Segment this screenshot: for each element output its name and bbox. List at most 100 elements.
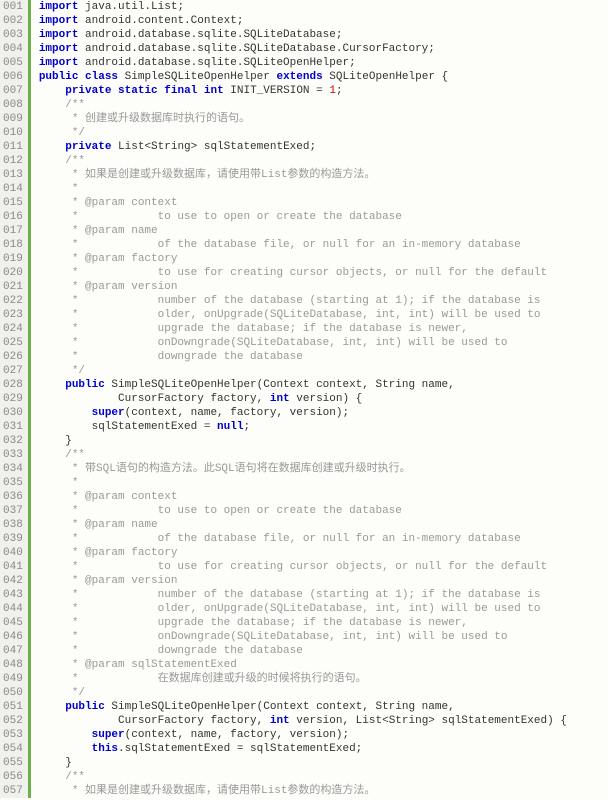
line-number: 022 <box>3 294 23 308</box>
line-number: 044 <box>3 602 23 616</box>
line-number: 052 <box>3 714 23 728</box>
line-number: 010 <box>3 126 23 140</box>
line-number: 008 <box>3 98 23 112</box>
line-number: 033 <box>3 448 23 462</box>
code-line: * older, onUpgrade(SQLiteDatabase, int, … <box>39 602 608 616</box>
line-number: 048 <box>3 658 23 672</box>
code-line: * @param version <box>39 280 608 294</box>
line-number: 013 <box>3 168 23 182</box>
line-number: 011 <box>3 140 23 154</box>
code-line: * 如果是创建或升级数据库，请使用带List参数的构造方法。 <box>39 168 608 182</box>
line-number: 039 <box>3 532 23 546</box>
code-line: /** <box>39 98 608 112</box>
code-line: * onDowngrade(SQLiteDatabase, int, int) … <box>39 630 608 644</box>
line-number: 015 <box>3 196 23 210</box>
line-number: 041 <box>3 560 23 574</box>
code-line: * to use to open or create the database <box>39 210 608 224</box>
line-number: 027 <box>3 364 23 378</box>
line-number: 025 <box>3 336 23 350</box>
code-viewer: 0010020030040050060070080090100110120130… <box>0 0 608 798</box>
code-line: super(context, name, factory, version); <box>39 406 608 420</box>
code-line: * to use for creating cursor objects, or… <box>39 560 608 574</box>
line-number: 040 <box>3 546 23 560</box>
line-number: 056 <box>3 770 23 784</box>
code-line: * <box>39 182 608 196</box>
code-line: * number of the database (starting at 1)… <box>39 294 608 308</box>
code-line: * onDowngrade(SQLiteDatabase, int, int) … <box>39 336 608 350</box>
line-number: 047 <box>3 644 23 658</box>
code-line: private List<String> sqlStatementExed; <box>39 140 608 154</box>
code-line: super(context, name, factory, version); <box>39 728 608 742</box>
line-number: 054 <box>3 742 23 756</box>
code-line: * downgrade the database <box>39 644 608 658</box>
code-line: * @param context <box>39 196 608 210</box>
code-line: private static final int INIT_VERSION = … <box>39 84 608 98</box>
code-line: sqlStatementExed = null; <box>39 420 608 434</box>
code-line: * 在数据库创建或升级的时候将执行的语句。 <box>39 672 608 686</box>
line-number: 051 <box>3 700 23 714</box>
line-number: 046 <box>3 630 23 644</box>
line-number: 031 <box>3 420 23 434</box>
code-line: * 创建或升级数据库时执行的语句。 <box>39 112 608 126</box>
line-number: 021 <box>3 280 23 294</box>
code-line: * of the database file, or null for an i… <box>39 238 608 252</box>
line-number: 003 <box>3 28 23 42</box>
line-number: 005 <box>3 56 23 70</box>
code-line: /** <box>39 448 608 462</box>
line-number: 023 <box>3 308 23 322</box>
line-number: 026 <box>3 350 23 364</box>
code-line: } <box>39 756 608 770</box>
line-number: 014 <box>3 182 23 196</box>
line-number: 028 <box>3 378 23 392</box>
line-number: 007 <box>3 84 23 98</box>
line-number: 035 <box>3 476 23 490</box>
code-line: } <box>39 434 608 448</box>
code-line: public SimpleSQLiteOpenHelper(Context co… <box>39 700 608 714</box>
code-line: * 带SQL语句的构造方法。此SQL语句将在数据库创建或升级时执行。 <box>39 462 608 476</box>
code-line: * @param name <box>39 224 608 238</box>
code-line: * to use for creating cursor objects, or… <box>39 266 608 280</box>
code-line: import android.database.sqlite.SQLiteDat… <box>39 28 608 42</box>
line-number: 006 <box>3 70 23 84</box>
line-number: 029 <box>3 392 23 406</box>
code-line: * downgrade the database <box>39 350 608 364</box>
line-number: 032 <box>3 434 23 448</box>
code-line: * upgrade the database; if the database … <box>39 322 608 336</box>
code-line: * to use to open or create the database <box>39 504 608 518</box>
line-number: 036 <box>3 490 23 504</box>
line-number: 034 <box>3 462 23 476</box>
line-number: 004 <box>3 42 23 56</box>
line-number: 017 <box>3 224 23 238</box>
code-line: public SimpleSQLiteOpenHelper(Context co… <box>39 378 608 392</box>
line-number: 050 <box>3 686 23 700</box>
line-number: 042 <box>3 574 23 588</box>
code-line: import java.util.List; <box>39 0 608 14</box>
code-line: */ <box>39 686 608 700</box>
code-line: */ <box>39 364 608 378</box>
code-line: * @param factory <box>39 546 608 560</box>
line-number: 043 <box>3 588 23 602</box>
line-number-gutter: 0010020030040050060070080090100110120130… <box>0 0 31 798</box>
code-line: CursorFactory factory, int version, List… <box>39 714 608 728</box>
line-number: 020 <box>3 266 23 280</box>
line-number: 038 <box>3 518 23 532</box>
line-number: 009 <box>3 112 23 126</box>
line-number: 018 <box>3 238 23 252</box>
code-line: /** <box>39 154 608 168</box>
code-line: this.sqlStatementExed = sqlStatementExed… <box>39 742 608 756</box>
code-line: import android.database.sqlite.SQLiteOpe… <box>39 56 608 70</box>
line-number: 045 <box>3 616 23 630</box>
code-line: * @param version <box>39 574 608 588</box>
line-number: 030 <box>3 406 23 420</box>
code-line: import android.database.sqlite.SQLiteDat… <box>39 42 608 56</box>
line-number: 024 <box>3 322 23 336</box>
line-number: 053 <box>3 728 23 742</box>
code-line: CursorFactory factory, int version) { <box>39 392 608 406</box>
code-line: * upgrade the database; if the database … <box>39 616 608 630</box>
line-number: 049 <box>3 672 23 686</box>
code-line: import android.content.Context; <box>39 14 608 28</box>
code-line: * @param sqlStatementExed <box>39 658 608 672</box>
code-line: * 如果是创建或升级数据库，请使用带List参数的构造方法。 <box>39 784 608 798</box>
code-line: * <box>39 476 608 490</box>
code-line: * older, onUpgrade(SQLiteDatabase, int, … <box>39 308 608 322</box>
